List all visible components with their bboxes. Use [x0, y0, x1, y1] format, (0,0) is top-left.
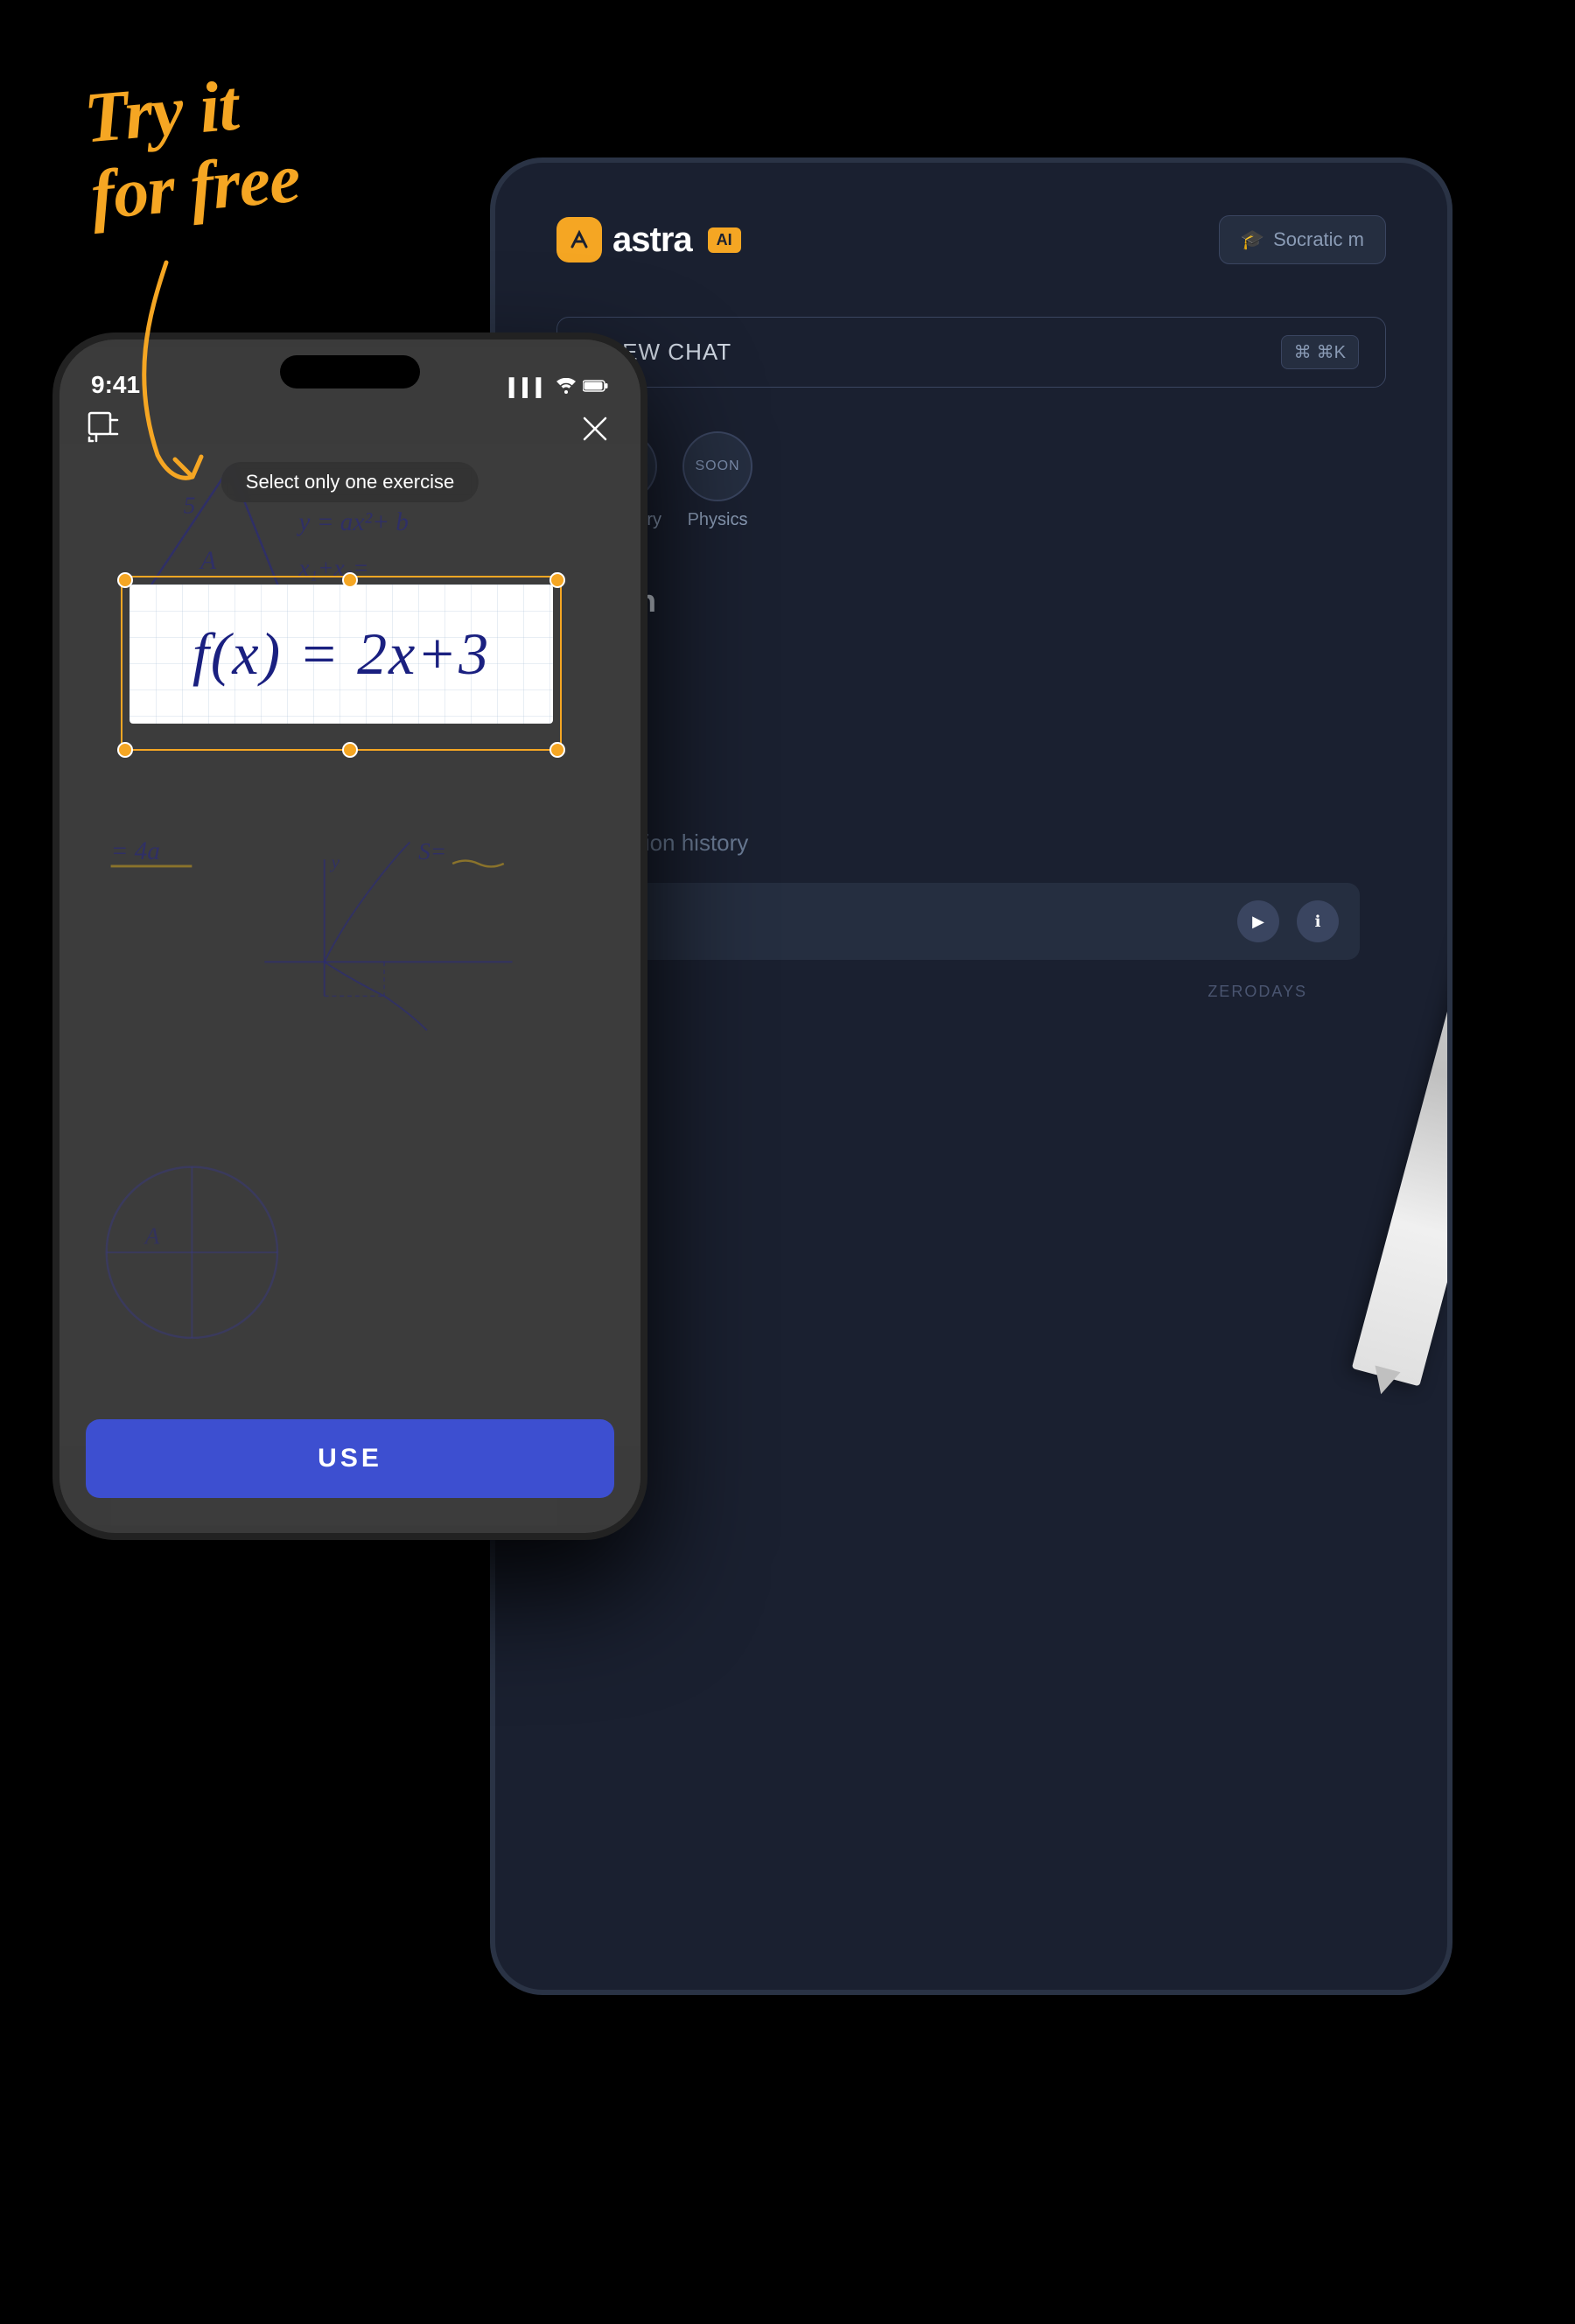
- selection-handle-bc[interactable]: [342, 742, 358, 758]
- selection-handle-tl[interactable]: [117, 572, 133, 588]
- svg-text:= 4a: = 4a: [111, 837, 160, 865]
- keyboard-shortcut: ⌘ ⌘K: [1281, 335, 1359, 369]
- physics-pill[interactable]: SOON Physics: [682, 431, 752, 530]
- astra-logo: astra AI: [556, 217, 741, 262]
- status-icons: ▍▍▍: [509, 377, 609, 399]
- svg-text:y: y: [330, 851, 340, 872]
- svg-text:x₁+x₂=: x₁+x₂=: [298, 555, 368, 581]
- conv-item-text: ic: [604, 910, 1220, 933]
- svg-text:A: A: [144, 1223, 160, 1250]
- conv-history-label: versation history: [583, 830, 1360, 857]
- equation-text: f(x) = 2x+3: [192, 620, 490, 689]
- astra-ai-badge: AI: [708, 228, 741, 253]
- svg-text:5: 5: [184, 493, 196, 519]
- use-button-label: USE: [318, 1444, 382, 1474]
- svg-text:A: A: [199, 547, 216, 575]
- selection-handle-bl[interactable]: [117, 742, 133, 758]
- use-button[interactable]: USE: [86, 1419, 614, 1498]
- equation-box[interactable]: f(x) = 2x+3: [130, 584, 553, 724]
- socratic-button[interactable]: 🎓 Socratic m: [1219, 215, 1386, 264]
- k-key: ⌘K: [1317, 341, 1346, 363]
- battery-icon: [583, 378, 609, 398]
- try-it-text: Try it for free: [81, 61, 303, 234]
- selection-handle-tc[interactable]: [342, 572, 358, 588]
- math-background-svg: A 5 y = ax²+ b x₁+x₂= = 4a S= y: [60, 340, 640, 1533]
- tablet-header: astra AI 🎓 Socratic m: [530, 198, 1412, 282]
- math-section-label: Math: [530, 565, 1412, 637]
- wifi-icon: [556, 378, 576, 399]
- phone-device: A 5 y = ax²+ b x₁+x₂= = 4a S= y: [52, 332, 648, 1540]
- astra-logo-text: astra: [612, 220, 692, 260]
- socratic-label: Socratic m: [1273, 228, 1364, 251]
- info-button[interactable]: ℹ: [1297, 900, 1339, 942]
- selection-handle-tr[interactable]: [550, 572, 565, 588]
- subject-pills: ⚗ Chemistry SOON Physics: [583, 431, 1360, 530]
- phone-screen-content: A 5 y = ax²+ b x₁+x₂= = 4a S= y: [60, 340, 640, 1533]
- physics-soon-icon: SOON: [682, 431, 752, 501]
- close-button[interactable]: [576, 410, 614, 448]
- svg-text:y = ax²+ b: y = ax²+ b: [296, 508, 409, 536]
- conversation-section: versation history ic ▶ ℹ ZERODAYS: [530, 812, 1412, 1027]
- socratic-icon: 🎓: [1241, 228, 1264, 251]
- play-button[interactable]: ▶: [1237, 900, 1279, 942]
- astra-logo-icon: [556, 217, 602, 262]
- cmd-icon: ⌘: [1294, 341, 1312, 363]
- new-chat-bar[interactable]: + NEW CHAT ⌘ ⌘K: [556, 317, 1386, 388]
- signal-icon: ▍▍▍: [509, 377, 550, 399]
- subject-section: ⚗ Chemistry SOON Physics: [530, 431, 1412, 530]
- zerodays-tag: ZERODAYS: [583, 974, 1360, 1010]
- decorative-arrow: [114, 245, 306, 494]
- physics-label: Physics: [688, 510, 748, 530]
- conversation-item[interactable]: ic ▶ ℹ: [583, 883, 1360, 960]
- svg-text:S=: S=: [418, 838, 446, 864]
- selection-handle-br[interactable]: [550, 742, 565, 758]
